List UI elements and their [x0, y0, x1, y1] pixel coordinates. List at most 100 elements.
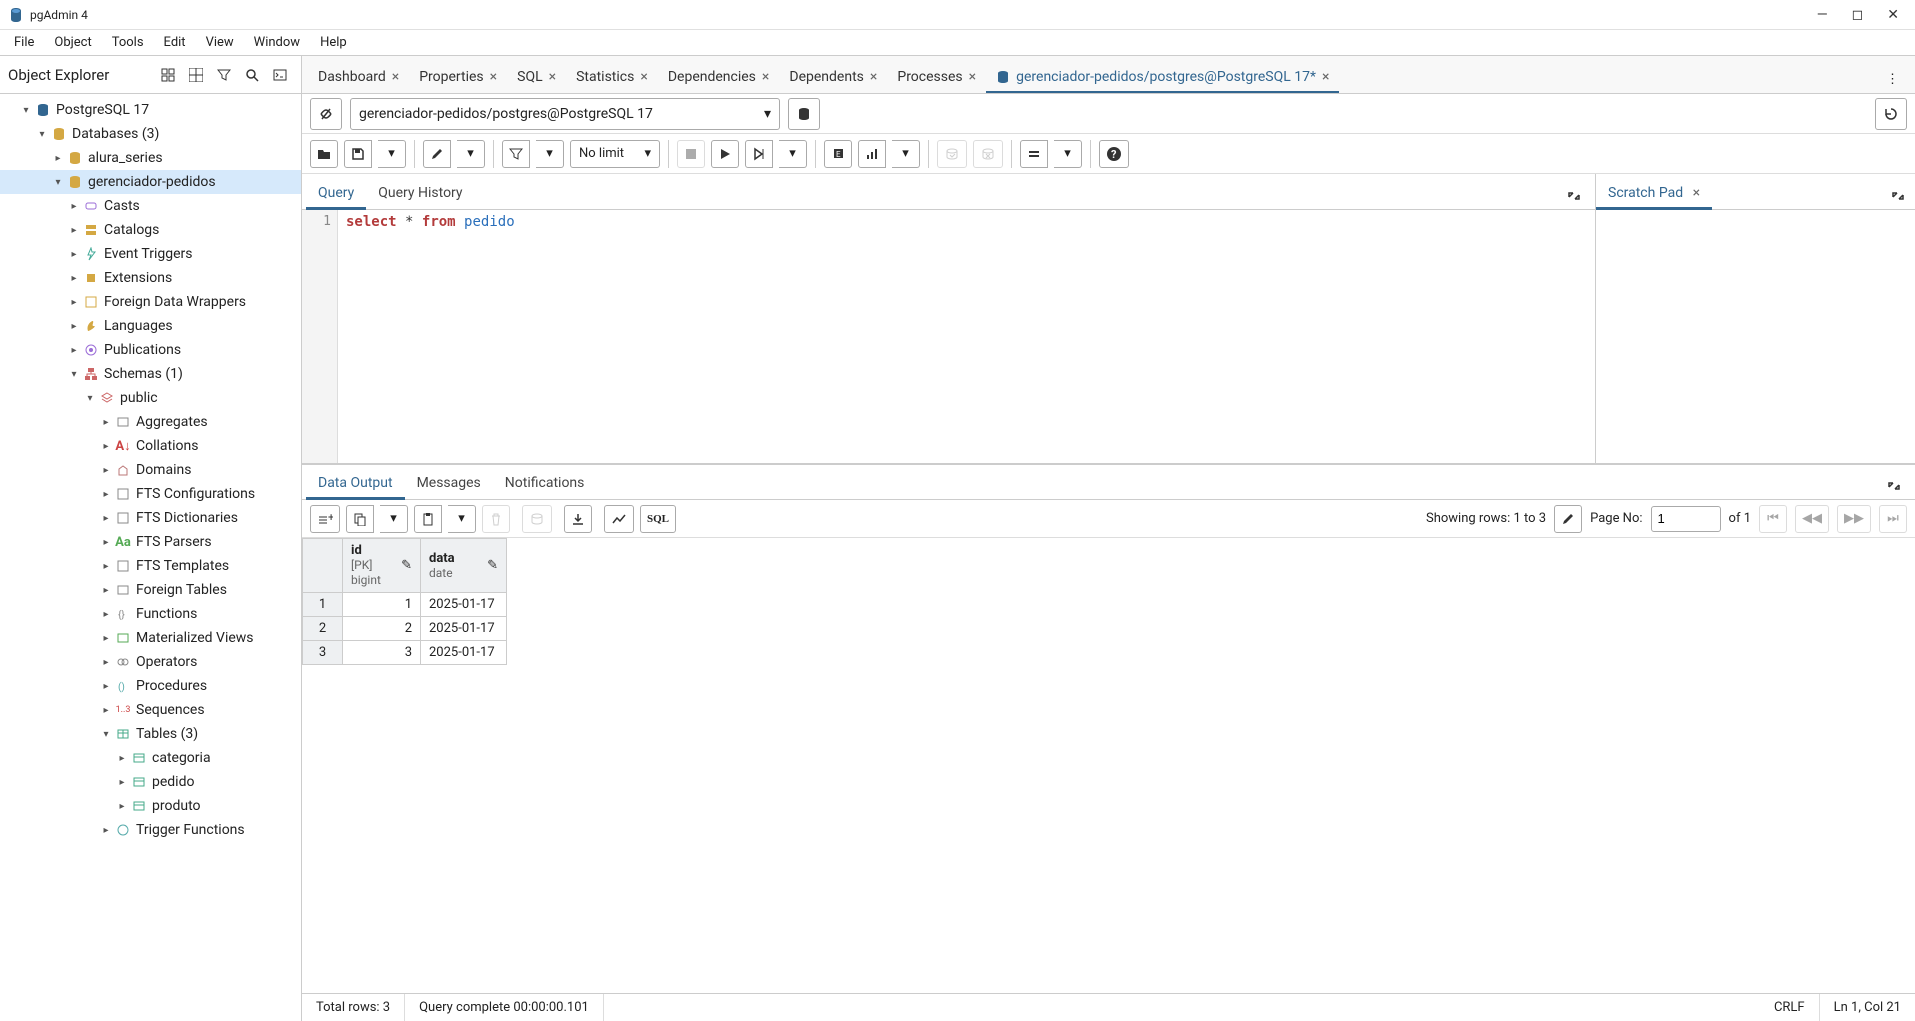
save-dropdown-icon[interactable]: ▾ [378, 140, 406, 168]
minimize-icon[interactable]: — [1817, 7, 1828, 23]
tab-dependents[interactable]: Dependents× [779, 61, 887, 93]
paste-icon[interactable] [414, 505, 442, 533]
menu-view[interactable]: View [196, 31, 244, 54]
add-row-icon[interactable]: + [310, 505, 340, 533]
macro-dropdown-icon[interactable]: ▾ [1054, 140, 1082, 168]
menu-object[interactable]: Object [44, 31, 101, 54]
close-icon[interactable]: × [762, 69, 769, 85]
chevron-down-icon[interactable]: ▾ [18, 105, 34, 116]
filter-icon[interactable] [502, 140, 530, 168]
chevron-down-icon[interactable]: ▾ [50, 177, 66, 188]
tree-mviews[interactable]: ▸Materialized Views [0, 626, 301, 650]
delete-icon[interactable] [482, 505, 510, 533]
tree-operators[interactable]: ▸Operators [0, 650, 301, 674]
search-icon[interactable] [239, 62, 265, 88]
explain-analyze-icon[interactable] [858, 140, 886, 168]
sql-text-icon[interactable]: SQL [640, 505, 676, 533]
edit-icon[interactable]: ✎ [401, 558, 412, 573]
tab-processes[interactable]: Processes× [887, 61, 986, 93]
menu-edit[interactable]: Edit [154, 31, 196, 54]
tree-aggregates[interactable]: ▸Aggregates [0, 410, 301, 434]
chevron-right-icon[interactable]: ▸ [50, 153, 66, 164]
filter-icon[interactable] [211, 62, 237, 88]
macro-icon[interactable] [1020, 140, 1048, 168]
execute-cursor-icon[interactable] [745, 140, 773, 168]
menu-help[interactable]: Help [310, 31, 357, 54]
edit-page-icon[interactable] [1554, 505, 1582, 533]
close-icon[interactable]: × [969, 69, 976, 85]
column-header-id[interactable]: id[PK] bigint✎ [343, 539, 421, 593]
limit-select[interactable]: No limit▾ [570, 140, 660, 168]
close-icon[interactable]: × [870, 69, 877, 85]
tab-dependencies[interactable]: Dependencies× [658, 61, 780, 93]
tab-query-tool[interactable]: gerenciador-pedidos/postgres@PostgreSQL … [986, 61, 1339, 93]
grid-icon[interactable] [183, 62, 209, 88]
row-header-corner[interactable] [303, 539, 343, 593]
close-icon[interactable]: ✕ [1887, 7, 1899, 23]
open-file-icon[interactable] [310, 140, 338, 168]
first-page-icon[interactable]: ⏮ [1759, 505, 1787, 533]
tab-messages[interactable]: Messages [405, 467, 493, 499]
download-icon[interactable] [564, 505, 592, 533]
execute-dropdown-icon[interactable]: ▾ [779, 140, 807, 168]
tree-tables[interactable]: ▾Tables (3) [0, 722, 301, 746]
tab-dashboard[interactable]: Dashboard× [308, 61, 409, 93]
tree-table-categoria[interactable]: ▸categoria [0, 746, 301, 770]
stop-icon[interactable] [677, 140, 705, 168]
tree-fts-templates[interactable]: ▸FTS Templates [0, 554, 301, 578]
tree-procedures[interactable]: ▸()Procedures [0, 674, 301, 698]
explain-dropdown-icon[interactable]: ▾ [892, 140, 920, 168]
maximize-icon[interactable]: ◻ [1852, 7, 1864, 23]
explain-icon[interactable]: E [824, 140, 852, 168]
tree-sequences[interactable]: ▸1..3Sequences [0, 698, 301, 722]
tree-publications[interactable]: ▸Publications [0, 338, 301, 362]
close-icon[interactable]: × [1322, 69, 1329, 85]
sql-editor[interactable]: 1 select * from pedido [302, 210, 1595, 463]
tree[interactable]: ▾ PostgreSQL 17 ▾ Databases (3) ▸ alura_… [0, 94, 301, 1021]
save-icon[interactable] [344, 140, 372, 168]
tab-query-history[interactable]: Query History [366, 177, 474, 209]
tab-scratch-pad[interactable]: Scratch Pad × [1596, 177, 1712, 209]
rollback-icon[interactable] [973, 140, 1003, 168]
expand-icon[interactable] [1877, 473, 1911, 499]
tab-properties[interactable]: Properties× [409, 61, 507, 93]
close-icon[interactable]: × [490, 69, 497, 85]
more-icon[interactable]: ⋮ [1876, 66, 1909, 93]
connection-status-icon[interactable] [310, 98, 342, 130]
tab-query[interactable]: Query [306, 177, 366, 209]
tree-fdw[interactable]: ▸Foreign Data Wrappers [0, 290, 301, 314]
menu-window[interactable]: Window [244, 31, 310, 54]
tree-databases[interactable]: ▾ Databases (3) [0, 122, 301, 146]
menu-tools[interactable]: Tools [102, 31, 154, 54]
close-icon[interactable]: × [640, 69, 647, 85]
close-icon[interactable]: × [1693, 185, 1700, 201]
column-header-data[interactable]: datadate✎ [421, 539, 507, 593]
edit-dropdown-icon[interactable]: ▾ [457, 140, 485, 168]
tree-collations[interactable]: ▸A↓Collations [0, 434, 301, 458]
tree-languages[interactable]: ▸Languages [0, 314, 301, 338]
graph-icon[interactable] [604, 505, 634, 533]
server-icon[interactable] [788, 98, 820, 130]
commit-icon[interactable] [937, 140, 967, 168]
result-grid[interactable]: id[PK] bigint✎ datadate✎ 112025-01-17 22… [302, 538, 1915, 993]
tree-event-triggers[interactable]: ▸Event Triggers [0, 242, 301, 266]
tree-fts-parsers[interactable]: ▸AaFTS Parsers [0, 530, 301, 554]
tree-catalogs[interactable]: ▸Catalogs [0, 218, 301, 242]
tree-extensions[interactable]: ▸Extensions [0, 266, 301, 290]
edit-icon[interactable] [423, 140, 451, 168]
tree-db-alura[interactable]: ▸ alura_series [0, 146, 301, 170]
tree-schemas[interactable]: ▾Schemas (1) [0, 362, 301, 386]
tree-table-produto[interactable]: ▸produto [0, 794, 301, 818]
expand-icon[interactable] [1881, 183, 1915, 209]
table-row[interactable]: 332025-01-17 [303, 641, 507, 665]
last-page-icon[interactable]: ⏭ [1879, 505, 1907, 533]
tree-db-gerenciador[interactable]: ▾ gerenciador-pedidos [0, 170, 301, 194]
tree-schema-public[interactable]: ▾public [0, 386, 301, 410]
copy-icon[interactable] [346, 505, 374, 533]
tree-fts-config[interactable]: ▸FTS Configurations [0, 482, 301, 506]
connection-dropdown[interactable]: gerenciador-pedidos/postgres@PostgreSQL … [350, 98, 780, 130]
chevron-down-icon[interactable]: ▾ [34, 129, 50, 140]
close-icon[interactable]: × [549, 69, 556, 85]
help-icon[interactable]: ? [1099, 140, 1129, 168]
close-icon[interactable]: × [392, 69, 399, 85]
